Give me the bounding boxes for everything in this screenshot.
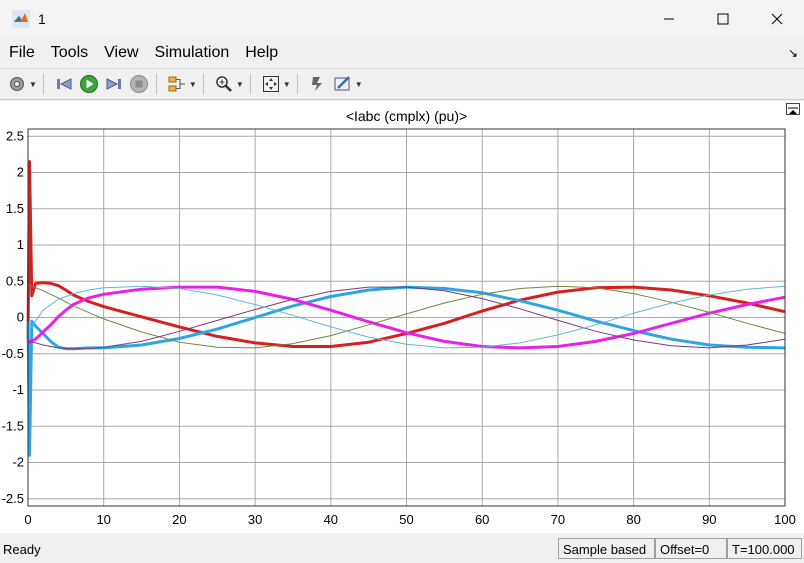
stop-button[interactable] xyxy=(128,73,150,95)
chart-title: <Iabc (cmplx) (pu)> xyxy=(346,108,467,124)
style-icon xyxy=(334,76,350,91)
settings-dropdown-icon[interactable]: ▼ xyxy=(29,80,37,89)
x-tick-label: 60 xyxy=(475,512,489,527)
y-tick-label: 2.5 xyxy=(6,128,24,143)
menu-tools[interactable]: Tools xyxy=(51,44,88,62)
y-tick-label: -2 xyxy=(12,455,24,470)
stop-icon xyxy=(129,75,148,93)
y-tick-label: 1 xyxy=(17,237,24,252)
close-button[interactable] xyxy=(750,0,804,38)
x-tick-label: 20 xyxy=(172,512,186,527)
close-icon xyxy=(771,13,783,25)
title-bar: 1 xyxy=(0,0,804,38)
run-icon xyxy=(79,75,98,93)
toolbar-separator xyxy=(202,74,204,94)
menu-simulation[interactable]: Simulation xyxy=(155,44,230,62)
y-tick-label: 0.5 xyxy=(6,273,24,288)
toolbar-separator xyxy=(249,74,251,94)
style-dropdown-icon[interactable]: ▼ xyxy=(355,80,363,89)
run-button[interactable] xyxy=(78,73,100,95)
settings-button[interactable] xyxy=(6,73,28,95)
window-title: 1 xyxy=(38,11,46,27)
y-tick-label: 1.5 xyxy=(6,201,24,216)
toolbar-separator xyxy=(42,74,44,94)
x-tick-label: 10 xyxy=(96,512,110,527)
dock-arrow-icon[interactable]: ↘ xyxy=(788,46,798,60)
style-button[interactable] xyxy=(332,73,354,95)
x-tick-label: 0 xyxy=(24,512,31,527)
x-tick-label: 30 xyxy=(248,512,262,527)
zoom-button[interactable] xyxy=(213,73,235,95)
axis-ticks: 0 10 20 30 40 50 60 70 80 90 100 -2.5 -2 -1.5 -1 -0.5 0 0… xyxy=(2,128,796,527)
x-tick-label: 100 xyxy=(774,512,796,527)
x-tick-label: 80 xyxy=(626,512,640,527)
minimize-button[interactable] xyxy=(642,0,696,38)
gear-icon xyxy=(10,77,24,91)
x-tick-label: 50 xyxy=(399,512,413,527)
step-forward-button[interactable] xyxy=(103,73,125,95)
step-back-icon xyxy=(56,78,72,90)
maximize-button[interactable] xyxy=(696,0,750,38)
signal-select-button[interactable] xyxy=(166,73,188,95)
y-tick-label: 0 xyxy=(17,310,24,325)
undock-button[interactable] xyxy=(786,103,800,115)
menu-file[interactable]: File xyxy=(9,44,35,62)
y-tick-label: -1 xyxy=(12,382,24,397)
time-readout: T=100.000 xyxy=(727,538,802,559)
offset-readout: Offset=0 xyxy=(655,538,727,559)
signal-select-icon xyxy=(168,76,185,92)
sample-mode: Sample based xyxy=(558,538,655,559)
x-tick-label: 40 xyxy=(324,512,338,527)
minimize-icon xyxy=(664,18,674,20)
scope-chart[interactable]: 0 10 20 30 40 50 60 70 80 90 100 -2.5 -2 -1.5 -1 -0.5 0 0… xyxy=(0,101,804,533)
y-tick-label: -1.5 xyxy=(2,418,24,433)
toolbar-separator xyxy=(296,74,298,94)
status-text: Ready xyxy=(3,542,41,557)
y-tick-label: -2.5 xyxy=(2,491,24,506)
zoom-icon xyxy=(216,76,232,92)
autoscale-button[interactable] xyxy=(260,73,282,95)
y-tick-label: 2 xyxy=(17,165,24,180)
plot-area: 0 10 20 30 40 50 60 70 80 90 100 -2.5 -2 -1.5 -1 -0.5 0 0… xyxy=(0,101,804,533)
menu-view[interactable]: View xyxy=(104,44,138,62)
highlight-icon xyxy=(311,77,322,91)
y-tick-label: -0.5 xyxy=(2,346,24,361)
menu-help[interactable]: Help xyxy=(245,44,278,62)
undock-icon xyxy=(788,107,798,114)
status-bar: Ready Sample based Offset=0 T=100.000 xyxy=(0,535,804,563)
toolbar: ▼ ▼ ▼ ▼ ▼ xyxy=(0,68,804,100)
x-tick-label: 70 xyxy=(551,512,565,527)
maximize-icon xyxy=(717,13,729,25)
autoscale-dropdown-icon[interactable]: ▼ xyxy=(283,80,291,89)
step-back-button[interactable] xyxy=(53,73,75,95)
step-forward-icon xyxy=(106,78,121,90)
toolbar-separator xyxy=(155,74,157,94)
highlight-button[interactable] xyxy=(307,73,329,95)
x-tick-label: 90 xyxy=(702,512,716,527)
signal-select-dropdown-icon[interactable]: ▼ xyxy=(189,80,197,89)
matlab-logo-icon xyxy=(12,10,30,28)
autoscale-icon xyxy=(262,76,279,92)
zoom-dropdown-icon[interactable]: ▼ xyxy=(236,80,244,89)
menu-bar: File Tools View Simulation Help ↘ xyxy=(0,40,804,66)
